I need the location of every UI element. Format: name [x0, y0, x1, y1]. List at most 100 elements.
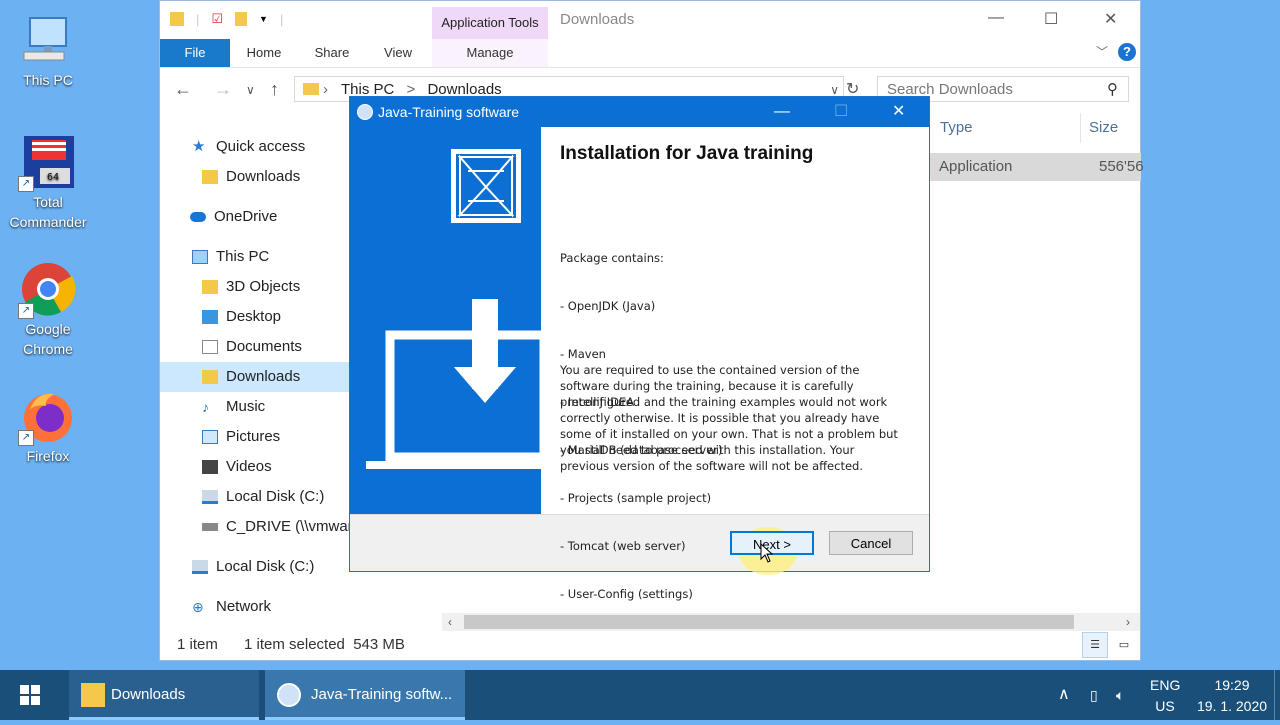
desktop-icon-total-commander[interactable]: 64 ↗ Total Commander [4, 134, 92, 232]
minimize-button[interactable]: — [988, 9, 1004, 27]
downloads-folder-icon [202, 370, 218, 384]
show-hidden-icons[interactable]: ∧ [1058, 670, 1070, 720]
help-icon[interactable]: ? [1118, 43, 1136, 61]
tab-home[interactable]: Home [236, 39, 292, 67]
desktop-icon-label: This PC [23, 72, 73, 88]
scrollbar-thumb[interactable] [464, 615, 1074, 629]
selection-info: 1 item selected 543 MB [244, 636, 405, 653]
list-item: Package contains: [560, 251, 664, 265]
shortcut-arrow-icon: ↗ [18, 176, 34, 192]
firefox-icon: ↗ [18, 388, 76, 446]
recent-locations-chevron-icon[interactable]: ∨ [246, 83, 255, 97]
column-header-size[interactable]: Size [1089, 119, 1118, 136]
details-view-icon[interactable]: ☰ [1082, 632, 1108, 658]
nav-downloads[interactable]: Downloads [160, 362, 349, 392]
download-laptop-icon [366, 299, 549, 469]
mouse-cursor-icon [760, 543, 774, 563]
documents-icon [202, 340, 218, 354]
back-arrow-icon[interactable]: ← [174, 79, 192, 100]
desktop-icon-label: Firefox [26, 448, 70, 464]
desktop-folder-icon [202, 310, 218, 324]
clock-date: 19. 1. 2020 [1196, 698, 1268, 714]
computer-icon [192, 250, 208, 264]
nav-local-disk[interactable]: Local Disk (C:) [202, 482, 324, 512]
explorer-folder-icon [81, 683, 105, 707]
floppy-disk-icon: 64 ↗ [18, 134, 76, 192]
list-item: - Maven [560, 347, 606, 361]
clock[interactable]: 19:29 19. 1. 2020 [1196, 670, 1268, 720]
column-header-type[interactable]: Type [940, 119, 973, 136]
usb-device-icon[interactable]: ▯ [1090, 670, 1098, 720]
nav-local-disk-2[interactable]: Local Disk (C:) [192, 552, 314, 582]
taskbar-item-java-training[interactable]: Java-Training softw... [265, 670, 465, 720]
tab-share[interactable]: Share [304, 39, 360, 67]
nav-3d-objects[interactable]: 3D Objects [202, 272, 300, 302]
nav-music[interactable]: ♪ Music [202, 392, 265, 422]
horizontal-scrollbar[interactable]: ‹ › [442, 613, 1140, 631]
search-icon: ⚲ [1107, 81, 1118, 98]
scroll-right-icon[interactable]: › [1126, 613, 1130, 631]
tab-manage[interactable]: Manage [432, 39, 548, 67]
shortcut-arrow-icon: ↗ [18, 430, 34, 446]
desktop-icon-this-pc[interactable]: This PC [4, 12, 92, 90]
forward-arrow-icon[interactable]: → [214, 79, 232, 100]
list-item: - Projects (sample project) [560, 491, 712, 505]
list-item: - OpenJDK (Java) [560, 299, 656, 313]
dialog-close-button[interactable]: ✕ [892, 97, 905, 127]
dialog-title: Java-Training software [378, 104, 520, 120]
new-folder-icon[interactable] [235, 12, 248, 26]
table-row[interactable]: Application 556'56 [930, 153, 1144, 181]
ribbon-tabs: File Home Share View Manage ﹀ ? [160, 39, 1140, 68]
folder-down-icon[interactable] [170, 12, 184, 26]
desktop-icon-label: Google Chrome [23, 321, 73, 357]
installer-icon [277, 683, 301, 707]
up-arrow-icon[interactable]: ↑ [270, 79, 279, 100]
dialog-minimize-button[interactable]: — [774, 97, 790, 127]
show-desktop-button[interactable] [1274, 670, 1280, 720]
taskbar-item-downloads[interactable]: Downloads [69, 670, 259, 720]
dialog-side-banner [350, 127, 549, 514]
application-tools-label: Application Tools [432, 7, 548, 39]
desktop-icon-google-chrome[interactable]: ↗ Google Chrome [4, 261, 92, 359]
dialog-content: Installation for Java training Package c… [541, 127, 929, 601]
large-icons-view-icon[interactable]: ▭ [1111, 632, 1137, 658]
nav-pictures[interactable]: Pictures [202, 422, 280, 452]
maximize-button[interactable]: ☐ [1044, 9, 1058, 29]
dialog-titlebar: Java-Training software — ☐ ✕ [350, 97, 929, 127]
tab-file[interactable]: File [160, 39, 230, 67]
dialog-heading: Installation for Java training [560, 143, 814, 164]
dialog-footer: Next > Cancel [350, 514, 929, 575]
shortcut-arrow-icon: ↗ [18, 303, 34, 319]
ribbon-expand-icon[interactable]: ﹀ [1096, 43, 1108, 60]
nav-videos[interactable]: Videos [202, 452, 272, 482]
java-logo-icon [451, 149, 521, 223]
nav-documents[interactable]: Documents [202, 332, 302, 362]
installer-dialog: Java-Training software — ☐ ✕ Installatio… [349, 96, 930, 601]
volume-muted-icon[interactable]: 🔈︎ [1116, 670, 1124, 720]
start-button[interactable] [0, 670, 60, 720]
nav-quick-access-downloads[interactable]: Downloads [202, 162, 300, 192]
language-indicator[interactable]: ENG US [1150, 670, 1180, 720]
cancel-button[interactable]: Cancel [829, 531, 913, 555]
nav-desktop[interactable]: Desktop [202, 302, 281, 332]
nav-network[interactable]: ⊕ Network [192, 592, 271, 622]
close-button[interactable]: ✕ [1104, 9, 1117, 29]
file-type: Application [939, 158, 1013, 175]
nav-this-pc[interactable]: This PC [192, 242, 269, 272]
svg-text:64: 64 [47, 172, 59, 183]
chevron-down-icon[interactable]: ▼ [259, 14, 268, 24]
computer-icon [20, 12, 76, 68]
nav-network-drive[interactable]: C_DRIVE (\\vmware [202, 512, 361, 542]
downloads-folder-icon [202, 170, 218, 184]
tab-view[interactable]: View [372, 39, 424, 67]
chrome-icon: ↗ [18, 261, 76, 319]
network-drive-icon [202, 523, 218, 531]
properties-icon[interactable]: ☑ [211, 11, 223, 27]
nav-quick-access[interactable]: ★ Quick access [192, 132, 305, 162]
file-size: 556'56 [1099, 158, 1144, 175]
status-bar: 1 item 1 item selected 543 MB ☰ ▭ [160, 630, 1140, 660]
nav-onedrive[interactable]: OneDrive [190, 202, 277, 232]
app-logo-icon [357, 104, 373, 120]
desktop-icon-firefox[interactable]: ↗ Firefox [4, 388, 92, 466]
scroll-left-icon[interactable]: ‹ [448, 613, 452, 631]
